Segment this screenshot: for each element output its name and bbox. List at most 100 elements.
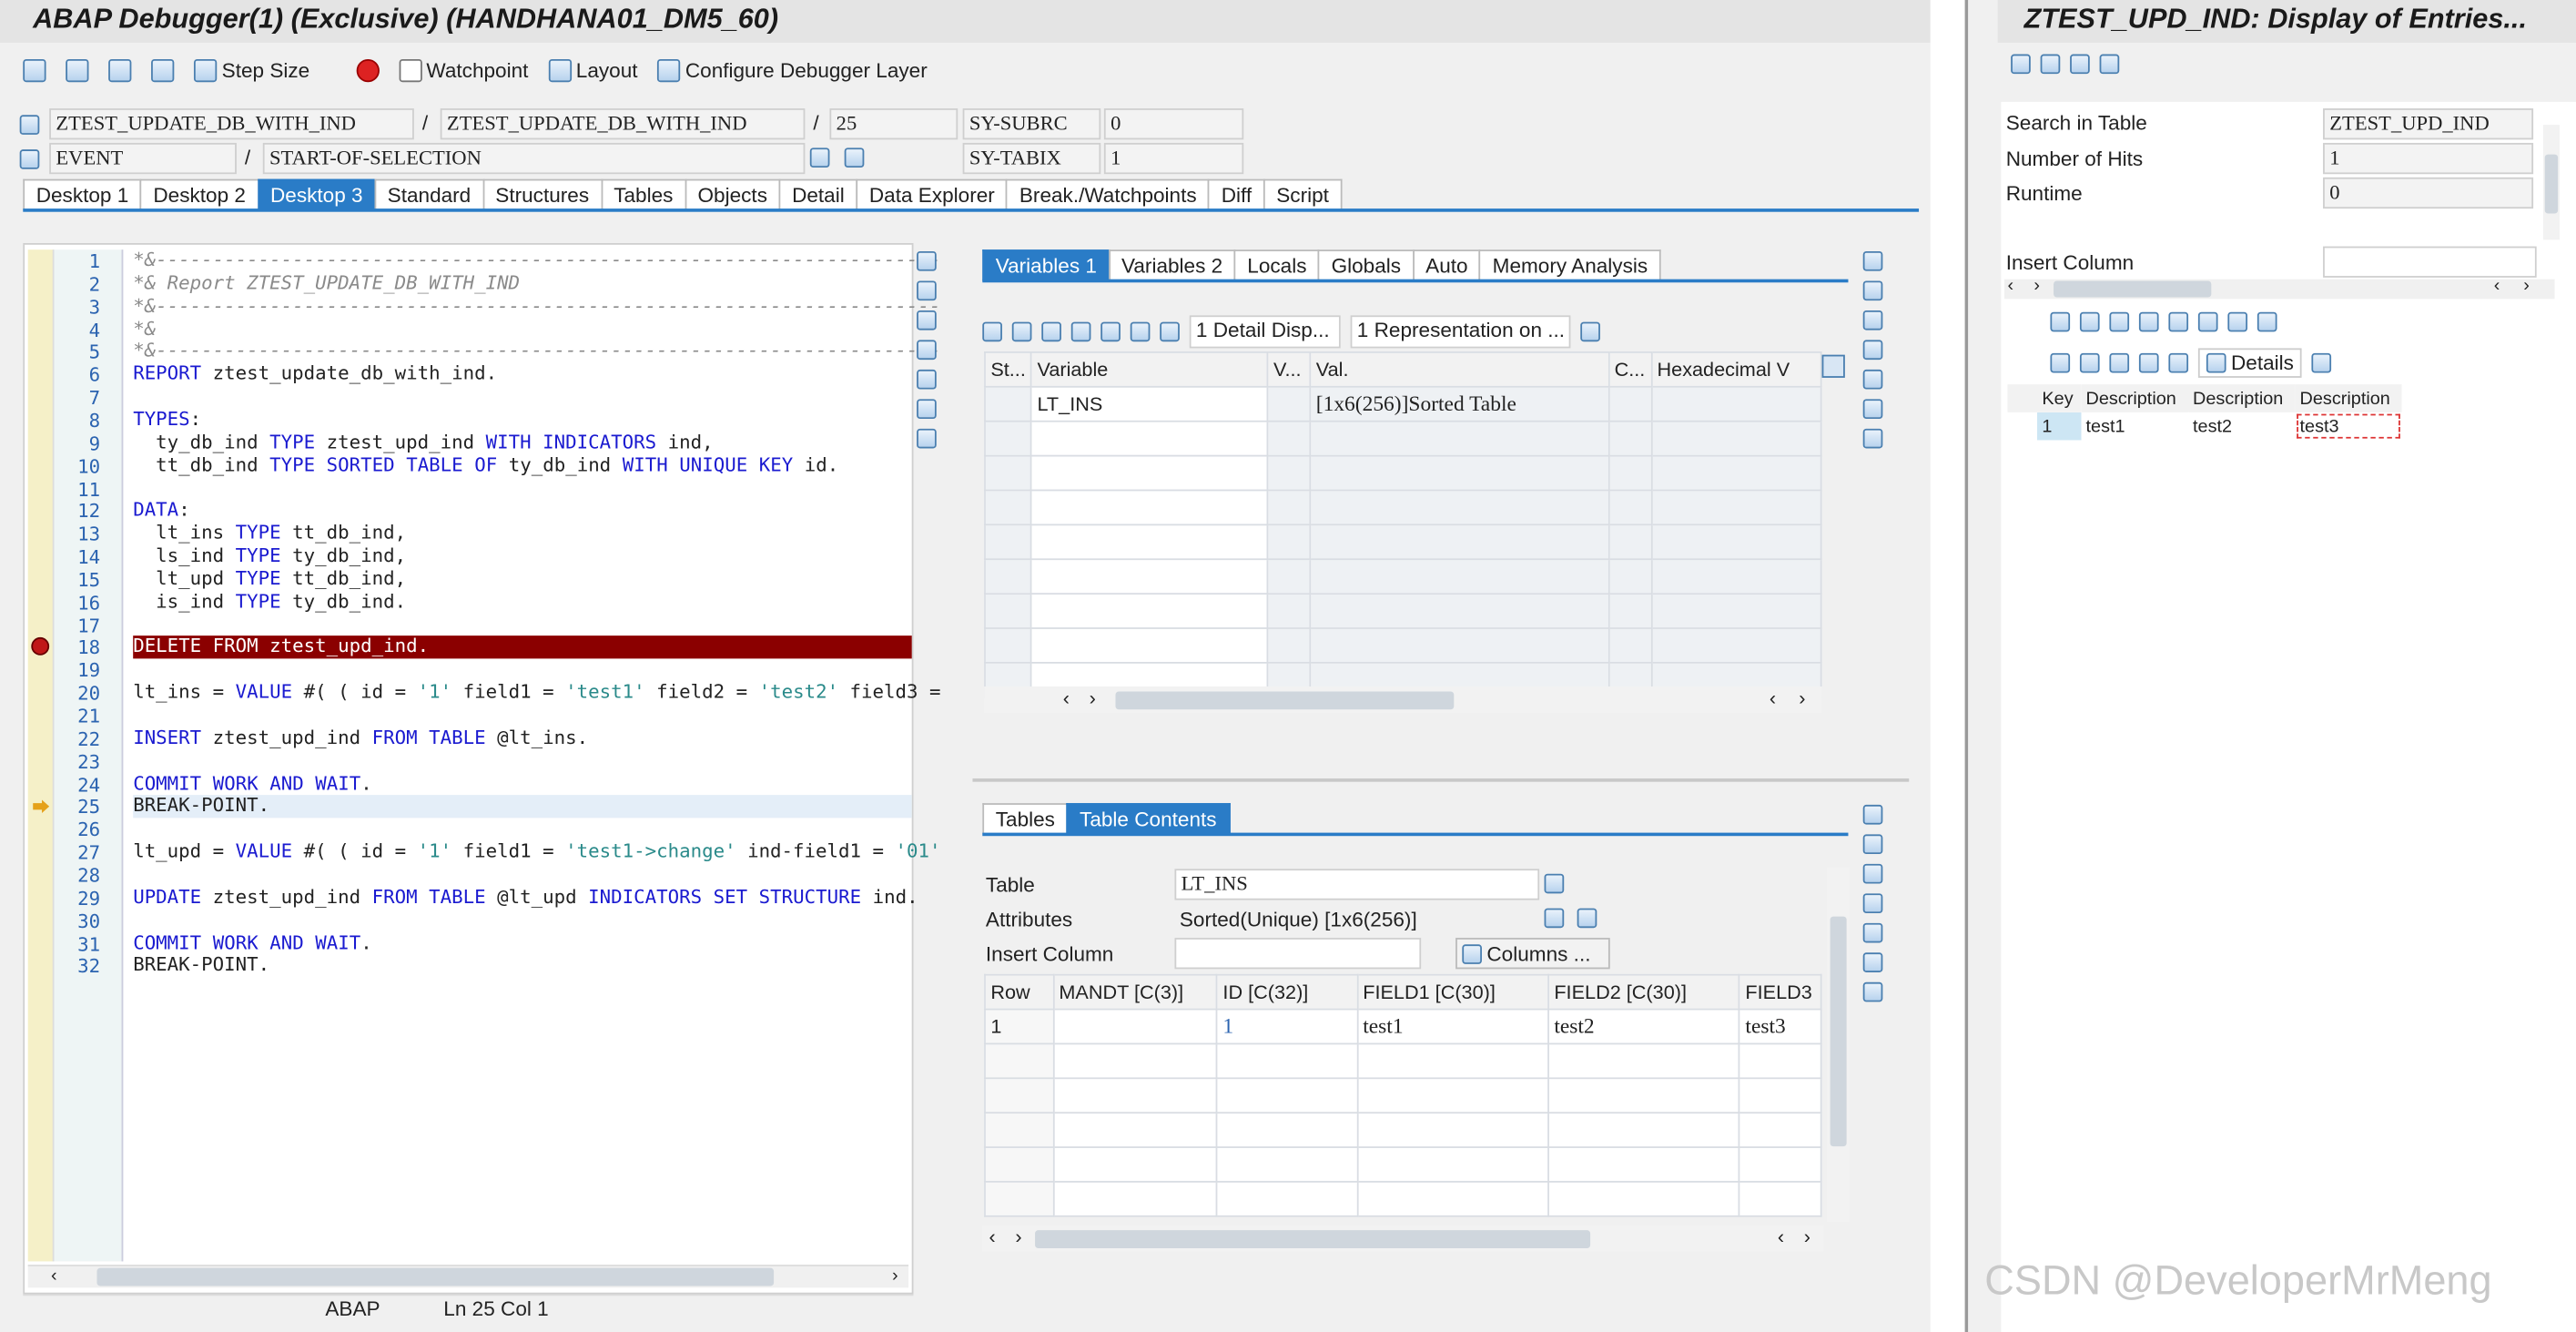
disp-column-header[interactable]: Description: [2295, 384, 2402, 412]
services-icon[interactable]: [1862, 952, 1883, 972]
subtotal-icon[interactable]: [2257, 311, 2277, 332]
sort-ascending-icon[interactable]: [2079, 311, 2100, 332]
settings-icon[interactable]: [917, 428, 937, 449]
info-icon[interactable]: [844, 147, 865, 168]
columns-button[interactable]: Columns ...: [1455, 938, 1610, 970]
tbl-row[interactable]: [984, 1146, 1822, 1183]
insert-column-input[interactable]: [1174, 938, 1422, 970]
disp-column-header[interactable]: Description: [2081, 384, 2188, 412]
scroll-right-icon[interactable]: ›: [1090, 686, 1096, 709]
scroll-left-icon[interactable]: ‹: [51, 1266, 57, 1286]
var-tab-auto[interactable]: Auto: [1412, 249, 1482, 281]
editor-hscrollbar[interactable]: ‹ ›: [27, 1265, 909, 1288]
tbl-column-header[interactable]: ID [C(32)]: [1216, 973, 1358, 1011]
tab-desktop-1[interactable]: Desktop 1: [23, 178, 142, 210]
edit-icon[interactable]: [1544, 908, 1565, 929]
export-icon[interactable]: [2109, 352, 2130, 373]
tab-break-watchpoints[interactable]: Break./Watchpoints: [1006, 178, 1211, 210]
scroll-left-icon-2[interactable]: ‹: [1778, 1225, 1784, 1248]
tbl-column-header[interactable]: FIELD2 [C(30)]: [1547, 973, 1741, 1011]
new-tool-icon[interactable]: [917, 280, 937, 301]
close-icon[interactable]: [1862, 251, 1883, 271]
display-vscroll-thumb[interactable]: [2544, 154, 2559, 214]
services-icon[interactable]: [917, 399, 937, 420]
layout-icon[interactable]: [2138, 352, 2159, 373]
var-column-header[interactable]: Hexadecimal V: [1650, 351, 1822, 388]
var-column-header[interactable]: C...: [1607, 351, 1653, 388]
step-size-button[interactable]: Step Size: [188, 53, 317, 89]
tbl-row[interactable]: 1 1 test1 test2 test3: [984, 1008, 1822, 1045]
var-column-header[interactable]: Variable: [1030, 351, 1269, 388]
continue-button[interactable]: [145, 53, 181, 89]
settings-icon[interactable]: [1862, 428, 1883, 449]
table-scroll-thumb[interactable]: [1035, 1230, 1591, 1249]
var-row[interactable]: [984, 420, 1822, 457]
tbl-row[interactable]: [984, 1077, 1822, 1114]
tbl-tab-tables[interactable]: Tables: [982, 803, 1069, 835]
var-column-header[interactable]: V...: [1266, 351, 1312, 388]
breakpoint-icon[interactable]: [31, 636, 50, 656]
execute-button[interactable]: [59, 53, 96, 89]
tab-desktop-3[interactable]: Desktop 3: [257, 178, 377, 210]
scroll-right-icon[interactable]: ›: [2033, 276, 2040, 296]
import-icon[interactable]: [1011, 321, 1032, 342]
watchpoint-button[interactable]: Watchpoint: [391, 53, 534, 89]
details-button[interactable]: Details: [2197, 348, 2302, 378]
scroll-left-icon-2[interactable]: ‹: [2494, 276, 2500, 296]
disp-column-header[interactable]: Description: [2187, 384, 2296, 412]
table-input[interactable]: LT_INS: [1174, 869, 1540, 900]
new-tool-icon[interactable]: [1862, 280, 1883, 301]
var-tab-memory-analysis[interactable]: Memory Analysis: [1479, 249, 1661, 281]
select-all-icon[interactable]: [2007, 384, 2038, 412]
export-icon[interactable]: [1041, 321, 1061, 342]
stop-button[interactable]: [350, 53, 386, 89]
clear-icon[interactable]: [1070, 321, 1091, 342]
views-icon[interactable]: [2079, 352, 2100, 373]
tab-diff[interactable]: Diff: [1208, 178, 1265, 210]
var-row[interactable]: [984, 524, 1822, 561]
display-vscrollbar[interactable]: [2542, 125, 2560, 240]
edit-icon[interactable]: [2070, 54, 2090, 75]
replace-tool-icon[interactable]: [1862, 863, 1883, 884]
var-row[interactable]: [984, 558, 1822, 595]
tab-script[interactable]: Script: [1263, 178, 1343, 210]
maximize-icon[interactable]: [917, 340, 937, 361]
print-icon[interactable]: [2050, 352, 2071, 373]
tools-icon[interactable]: [2040, 54, 2061, 75]
scroll-right-icon-2[interactable]: ›: [2523, 276, 2530, 296]
tab-data-explorer[interactable]: Data Explorer: [856, 178, 1009, 210]
tbl-tab-table-contents[interactable]: Table Contents: [1066, 803, 1230, 835]
tbl-column-header[interactable]: Row: [984, 973, 1054, 1011]
tab-tables[interactable]: Tables: [600, 178, 686, 210]
tab-desktop-2[interactable]: Desktop 2: [139, 178, 259, 210]
replace-tool-icon[interactable]: [917, 310, 937, 330]
var-row[interactable]: [984, 593, 1822, 629]
find-icon[interactable]: [2138, 311, 2159, 332]
var-tab-locals[interactable]: Locals: [1233, 249, 1320, 281]
var-tab-globals[interactable]: Globals: [1318, 249, 1415, 281]
var-row[interactable]: [984, 627, 1822, 664]
layout-button[interactable]: Layout: [542, 53, 644, 89]
scroll-left-icon-2[interactable]: ‹: [1770, 686, 1776, 709]
tab-structures[interactable]: Structures: [482, 178, 603, 210]
maximize-icon[interactable]: [1862, 340, 1883, 361]
tbl-row[interactable]: [984, 1112, 1822, 1148]
split-icon[interactable]: [1100, 321, 1121, 342]
var-column-header[interactable]: St...: [984, 351, 1033, 388]
display-hscrollbar[interactable]: ‹ › ‹ ›: [2003, 276, 2555, 300]
var-tab-variables-1[interactable]: Variables 1: [982, 249, 1111, 281]
scroll-right-icon-2[interactable]: ›: [1804, 1225, 1810, 1248]
insert-column-input[interactable]: [2323, 246, 2537, 278]
sort-descending-icon[interactable]: [2109, 311, 2130, 332]
return-button[interactable]: [102, 53, 138, 89]
tbl-row[interactable]: [984, 1042, 1822, 1080]
scroll-right-icon-2[interactable]: ›: [1799, 686, 1805, 709]
tab-detail[interactable]: Detail: [778, 178, 858, 210]
save-icon[interactable]: [1580, 321, 1600, 342]
table-vscrollbar[interactable]: [1826, 867, 1851, 1223]
table-vscroll-thumb[interactable]: [1830, 916, 1847, 1147]
swap-tool-icon[interactable]: [1862, 369, 1883, 390]
swap-tool-icon[interactable]: [917, 369, 937, 390]
var-column-header[interactable]: Val.: [1309, 351, 1610, 388]
disp-row[interactable]: 1 test1 test2 test3: [2008, 412, 2402, 441]
